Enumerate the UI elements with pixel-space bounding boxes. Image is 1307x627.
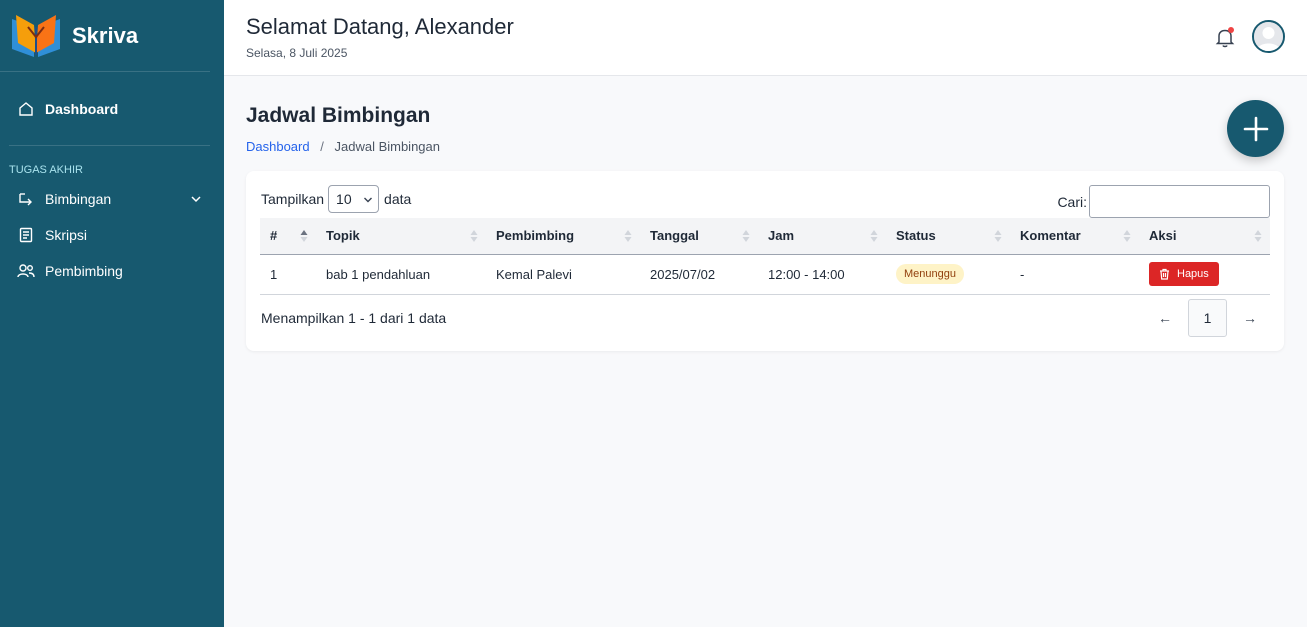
schedule-table-card: Tampilkan 10 data Cari: # Topik Pembimbi… — [246, 171, 1284, 351]
column-header-topik[interactable]: Topik — [316, 218, 486, 255]
cell-topik: bab 1 pendahluan — [316, 254, 486, 295]
pagination-prev-button[interactable]: ← — [1145, 299, 1185, 337]
column-header-jam[interactable]: Jam — [758, 218, 886, 255]
status-badge: Menunggu — [896, 264, 964, 284]
chevron-down-icon — [190, 193, 202, 205]
sidebar-item-bimbingan[interactable]: Bimbingan — [0, 181, 224, 217]
sort-icon — [870, 230, 878, 242]
cell-jam: 12:00 - 14:00 — [758, 254, 886, 295]
delete-button[interactable]: Hapus — [1149, 262, 1219, 286]
cell-komentar: - — [1010, 254, 1139, 295]
sidebar: Skriva Dashboard TUGAS AKHIR Bimbingan S… — [0, 0, 224, 627]
current-date: Selasa, 8 Juli 2025 — [246, 46, 348, 60]
sort-asc-icon — [300, 230, 308, 242]
column-header-no[interactable]: # — [260, 218, 316, 255]
sidebar-item-label: Pembimbing — [45, 263, 123, 279]
sort-icon — [742, 230, 750, 242]
topbar: Selamat Datang, Alexander Selasa, 8 Juli… — [224, 0, 1307, 76]
breadcrumb-separator: / — [320, 139, 324, 154]
page-length-value: 10 — [336, 191, 352, 207]
cell-no: 1 — [260, 254, 316, 295]
column-header-label: Topik — [326, 228, 360, 244]
notification-dot — [1228, 27, 1234, 33]
column-header-pembimbing[interactable]: Pembimbing — [486, 218, 640, 255]
users-icon — [17, 262, 35, 280]
column-header-komentar[interactable]: Komentar — [1010, 218, 1139, 255]
home-icon — [17, 100, 35, 118]
column-header-label: Status — [896, 228, 936, 244]
document-icon — [17, 226, 35, 244]
sidebar-item-label: Dashboard — [45, 101, 119, 117]
cell-pembimbing: Kemal Palevi — [486, 254, 640, 295]
column-header-label: # — [270, 228, 278, 244]
column-header-tanggal[interactable]: Tanggal — [640, 218, 758, 255]
plus-icon — [1243, 116, 1268, 141]
cell-aksi: Hapus — [1139, 254, 1270, 295]
page-title: Jadwal Bimbingan — [246, 104, 431, 127]
pagination: ← 1 → — [1145, 299, 1270, 337]
avatar[interactable] — [1252, 20, 1285, 53]
sidebar-item-pembimbing[interactable]: Pembimbing — [0, 253, 224, 289]
sidebar-item-label: Skripsi — [45, 227, 88, 243]
breadcrumb-current: Jadwal Bimbingan — [334, 139, 440, 154]
page-length-select[interactable]: 10 — [328, 185, 380, 213]
page-length-control: Tampilkan 10 data — [261, 185, 411, 213]
cell-status: Menunggu — [886, 254, 1010, 295]
welcome-message: Selamat Datang, Alexander — [246, 14, 514, 39]
chevron-down-icon — [364, 197, 373, 203]
sidebar-section-title: TUGAS AKHIR — [9, 164, 83, 176]
column-header-label: Tanggal — [650, 228, 699, 244]
app-name: Skriva — [72, 22, 139, 48]
sidebar-item-label: Bimbingan — [45, 191, 112, 207]
column-header-status[interactable]: Status — [886, 218, 1010, 255]
schedule-table: # Topik Pembimbing Tanggal Jam Status Ko… — [260, 218, 1270, 295]
table-header-row: # Topik Pembimbing Tanggal Jam Status Ko… — [260, 218, 1270, 255]
column-header-label: Komentar — [1020, 228, 1081, 244]
sort-icon — [1254, 230, 1262, 242]
brand[interactable]: Skriva — [0, 0, 210, 72]
search-control: Cari: — [1057, 185, 1270, 218]
delete-button-label: Hapus — [1177, 268, 1209, 280]
column-header-aksi[interactable]: Aksi — [1139, 218, 1270, 255]
sidebar-item-skripsi[interactable]: Skripsi — [0, 217, 224, 253]
search-label: Cari: — [1057, 193, 1087, 210]
user-avatar-icon — [1254, 22, 1283, 51]
column-header-label: Jam — [768, 228, 795, 244]
table-info: Menampilkan 1 - 1 dari 1 data — [261, 310, 447, 326]
add-schedule-button[interactable] — [1227, 100, 1284, 157]
notification-button[interactable] — [1215, 27, 1235, 49]
page-length-suffix: data — [384, 191, 412, 207]
column-header-label: Aksi — [1149, 228, 1177, 244]
book-logo-icon — [12, 14, 60, 57]
sort-icon — [1123, 230, 1131, 242]
sort-icon — [470, 230, 478, 242]
sort-icon — [994, 230, 1002, 242]
sort-icon — [624, 230, 632, 242]
message-corner-icon — [17, 190, 35, 208]
pagination-next-button[interactable]: → — [1230, 299, 1270, 337]
sidebar-divider — [9, 145, 210, 146]
page-length-prefix: Tampilkan — [261, 191, 325, 207]
sidebar-item-dashboard[interactable]: Dashboard — [0, 91, 224, 127]
search-input[interactable] — [1089, 185, 1270, 218]
trash-icon — [1159, 268, 1170, 280]
table-row: 1 bab 1 pendahluan Kemal Palevi 2025/07/… — [260, 254, 1270, 295]
breadcrumb-link-dashboard[interactable]: Dashboard — [246, 139, 310, 154]
column-header-label: Pembimbing — [496, 228, 575, 244]
pagination-page-1[interactable]: 1 — [1188, 299, 1227, 337]
cell-tanggal: 2025/07/02 — [640, 254, 758, 295]
breadcrumb: Dashboard / Jadwal Bimbingan — [246, 139, 440, 154]
